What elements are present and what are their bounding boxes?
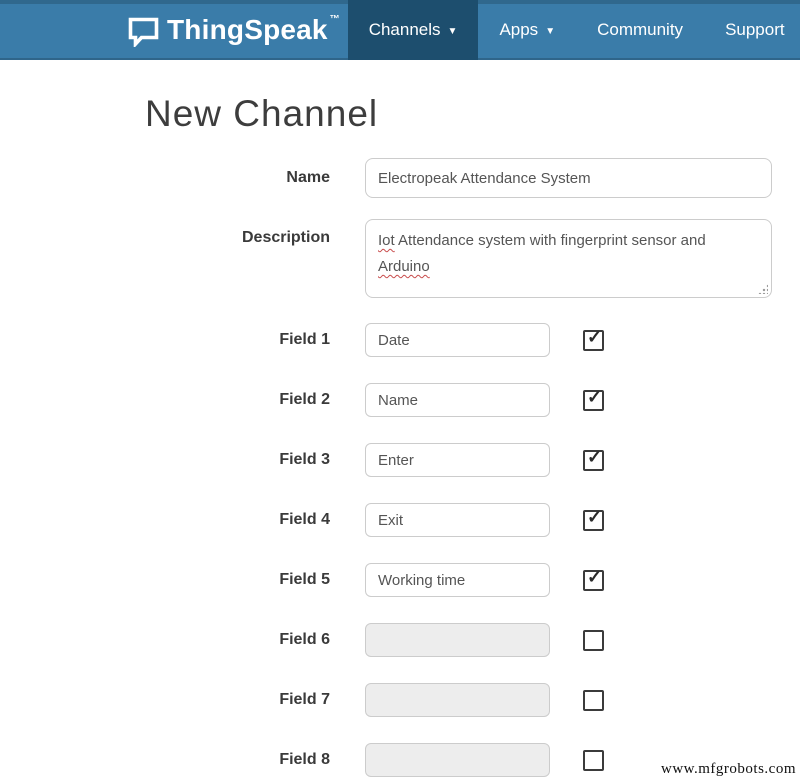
field-4-label: Field 4 — [0, 503, 330, 529]
field-row-6: Field 6 — [0, 623, 800, 657]
field-2-input[interactable] — [365, 383, 550, 417]
field-8-input[interactable] — [365, 743, 550, 777]
field-4-checkbox[interactable]: ✓ — [583, 510, 604, 531]
nav-item-label: Community — [597, 20, 683, 40]
logo-text: ThingSpeak — [167, 0, 328, 60]
field-6-label: Field 6 — [0, 623, 330, 649]
nav-item-label: Channels — [369, 20, 441, 40]
nav-item-channels[interactable]: Channels ▼ — [348, 0, 479, 60]
channel-name-input[interactable] — [365, 158, 772, 198]
field-7-input[interactable] — [365, 683, 550, 717]
description-label: Description — [0, 219, 330, 247]
check-icon: ✓ — [587, 447, 602, 467]
top-navbar: ThingSpeak ™ Channels ▼ Apps ▼ Community… — [0, 0, 800, 60]
field-row-3: Field 3 ✓ — [0, 443, 800, 477]
description-text: Attendance system with fingerprint senso… — [395, 232, 706, 249]
field-7-label: Field 7 — [0, 683, 330, 709]
new-channel-form: Name Description Iot Attendance system w… — [0, 158, 800, 777]
channel-description-textarea[interactable]: Iot Attendance system with fingerprint s… — [365, 219, 772, 298]
misspelled-word: Arduino — [378, 258, 430, 275]
field-5-checkbox[interactable]: ✓ — [583, 570, 604, 591]
field-4-input[interactable] — [365, 503, 550, 537]
check-icon: ✓ — [587, 387, 602, 407]
nav-item-support[interactable]: Support — [704, 0, 800, 60]
check-icon: ✓ — [587, 567, 602, 587]
field-1-label: Field 1 — [0, 323, 330, 349]
nav-item-label: Support — [725, 20, 785, 40]
field-row-7: Field 7 — [0, 683, 800, 717]
field-7-checkbox[interactable] — [583, 690, 604, 711]
logo-trademark: ™ — [330, 14, 340, 25]
field-1-input[interactable] — [365, 323, 550, 357]
resize-grip-icon[interactable] — [758, 284, 768, 294]
nav-item-apps[interactable]: Apps ▼ — [478, 0, 576, 60]
chevron-down-icon: ▼ — [545, 26, 555, 37]
check-icon: ✓ — [587, 507, 602, 527]
field-row-4: Field 4 ✓ — [0, 503, 800, 537]
field-3-label: Field 3 — [0, 443, 330, 469]
field-8-checkbox[interactable] — [583, 750, 604, 771]
watermark: www.mfgrobots.com — [661, 761, 796, 778]
speech-bubble-icon — [127, 16, 160, 47]
check-icon: ✓ — [587, 327, 602, 347]
field-row-1: Field 1 ✓ — [0, 323, 800, 357]
chevron-down-icon: ▼ — [448, 26, 458, 37]
field-3-checkbox[interactable]: ✓ — [583, 450, 604, 471]
field-row-5: Field 5 ✓ — [0, 563, 800, 597]
field-6-checkbox[interactable] — [583, 630, 604, 651]
field-5-label: Field 5 — [0, 563, 330, 589]
nav-item-community[interactable]: Community — [576, 0, 704, 60]
field-row-2: Field 2 ✓ — [0, 383, 800, 417]
misspelled-word: Iot — [378, 232, 395, 249]
name-label: Name — [0, 158, 330, 187]
nav-item-label: Apps — [499, 20, 538, 40]
nav-menu: Channels ▼ Apps ▼ Community Support — [348, 0, 800, 60]
field-1-checkbox[interactable]: ✓ — [583, 330, 604, 351]
description-row: Description Iot Attendance system with f… — [0, 219, 800, 298]
field-2-checkbox[interactable]: ✓ — [583, 390, 604, 411]
field-2-label: Field 2 — [0, 383, 330, 409]
field-8-label: Field 8 — [0, 743, 330, 769]
name-row: Name — [0, 158, 800, 198]
field-5-input[interactable] — [365, 563, 550, 597]
field-3-input[interactable] — [365, 443, 550, 477]
thingspeak-logo[interactable]: ThingSpeak ™ — [127, 0, 340, 60]
page-title: New Channel — [145, 93, 800, 135]
field-6-input[interactable] — [365, 623, 550, 657]
